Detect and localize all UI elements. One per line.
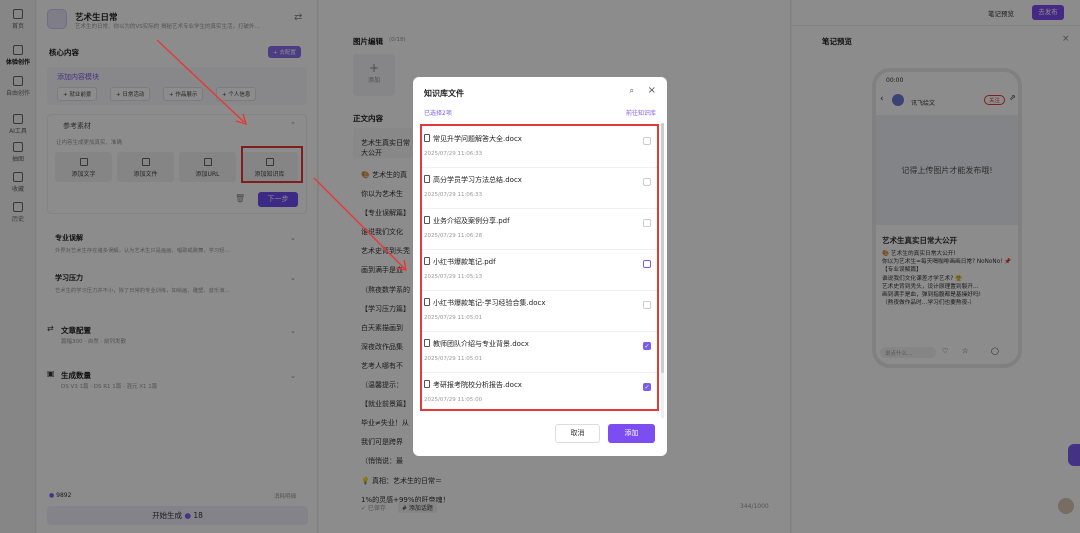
arrow-1 xyxy=(156,39,245,123)
cancel-button[interactable]: 取消 xyxy=(555,424,600,443)
scrollbar-thumb[interactable] xyxy=(661,123,664,373)
arrow-2 xyxy=(313,177,406,270)
search-icon[interactable]: ⌕ xyxy=(630,86,634,96)
scrollbar-track[interactable] xyxy=(661,123,664,418)
add-button[interactable]: 添加 xyxy=(608,424,655,443)
modal-title: 知识库文件 xyxy=(424,89,464,98)
goto-knowledge-link[interactable]: 前往知识库 xyxy=(626,108,656,117)
selected-count: 已选择2项 xyxy=(424,110,452,117)
knowledge-modal: 知识库文件 ⌕ × 已选择2项 前往知识库 常见升学问题解答大全.docx 202… xyxy=(413,77,667,456)
highlight-box-files xyxy=(420,124,659,411)
close-icon[interactable]: × xyxy=(648,85,656,96)
